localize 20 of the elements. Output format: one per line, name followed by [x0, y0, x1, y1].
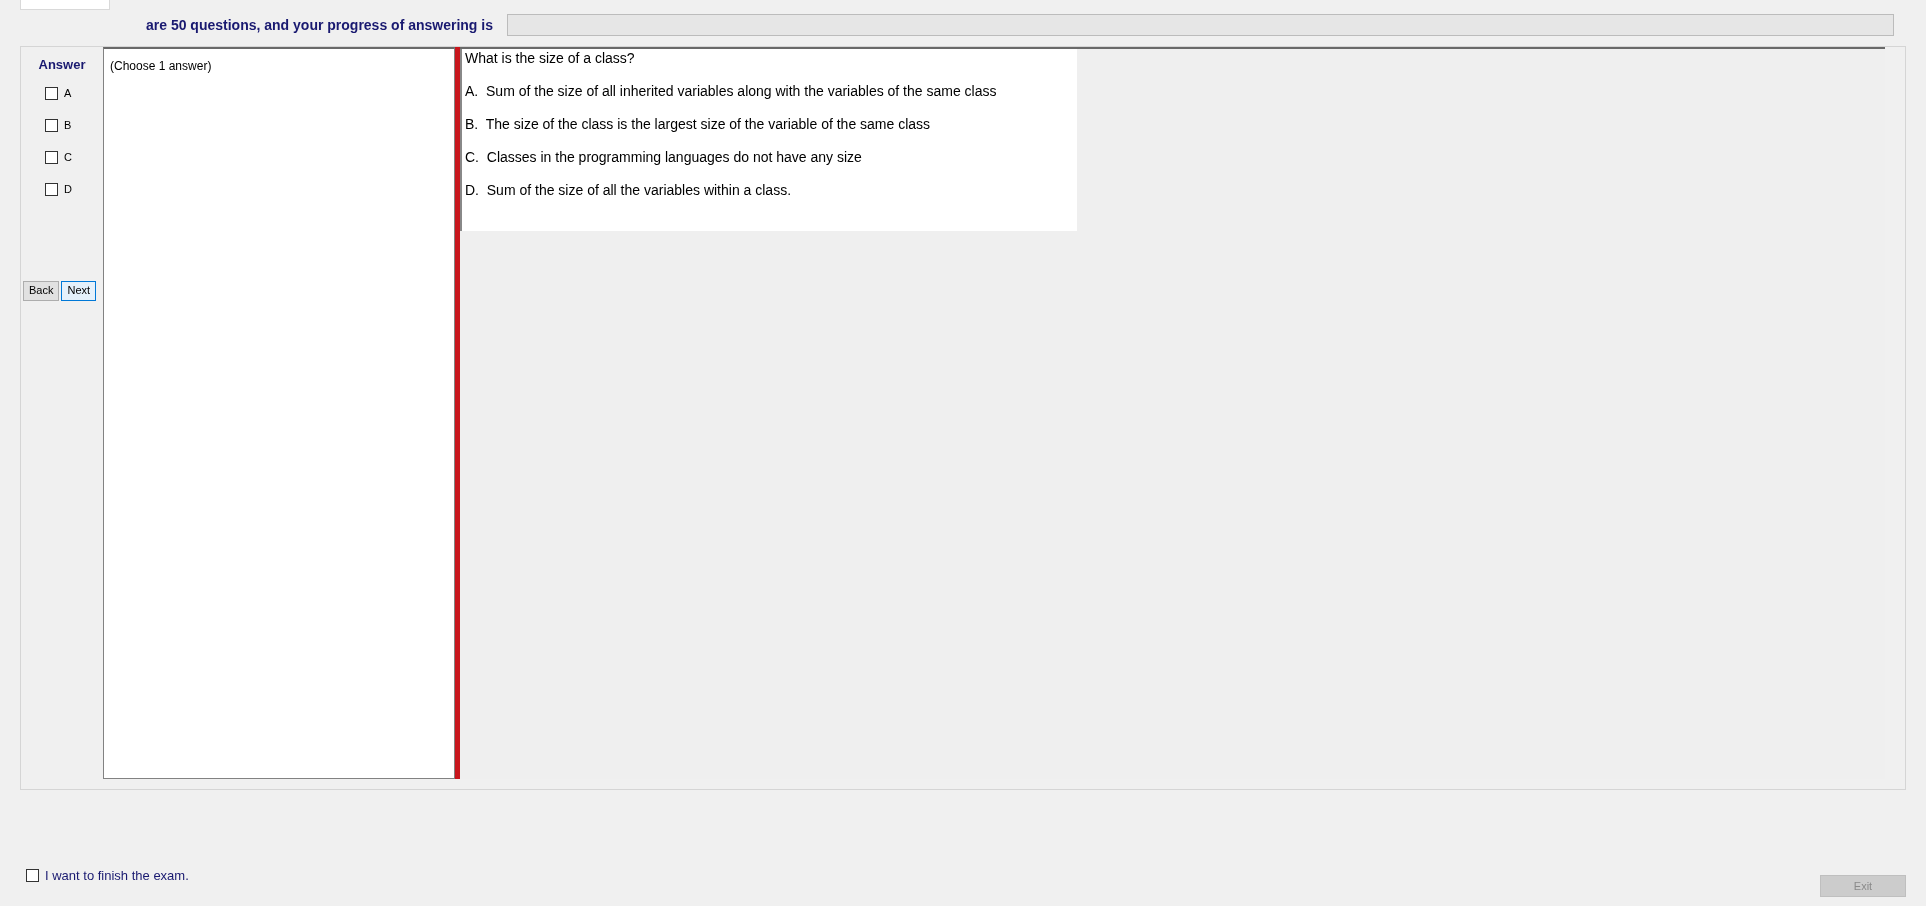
checkbox[interactable]	[45, 119, 58, 132]
checkbox[interactable]	[45, 183, 58, 196]
option-label: D	[64, 182, 72, 198]
instruction-text: (Choose 1 answer)	[110, 59, 212, 73]
option-label: B	[64, 118, 72, 134]
choice-text: D. Sum of the size of all the variables within a class.	[465, 182, 793, 198]
option-label: A	[64, 86, 72, 102]
question-text: What is the size of a class?	[465, 49, 636, 66]
progress-label: are 50 questions, and your progress of answering is	[146, 15, 493, 35]
option-label: C	[64, 150, 72, 166]
answer-heading: Answer	[38, 56, 86, 74]
checkbox[interactable]	[26, 868, 39, 882]
checkbox[interactable]	[45, 87, 58, 100]
choice-text: C. Classes in the programming languages do not have any size	[465, 149, 863, 165]
choice-text: B. The size of the class is the largest size of the variable of the same class	[465, 116, 932, 132]
choice-text: A. Sum of the size of all inherited variables along with the variables of the same class	[465, 83, 998, 99]
checkbox[interactable]	[45, 151, 58, 164]
finish-label: I want to finish the exam.	[45, 866, 189, 885]
nav-button[interactable]: Back	[23, 280, 60, 301]
nav-button[interactable]: Next	[61, 280, 97, 301]
